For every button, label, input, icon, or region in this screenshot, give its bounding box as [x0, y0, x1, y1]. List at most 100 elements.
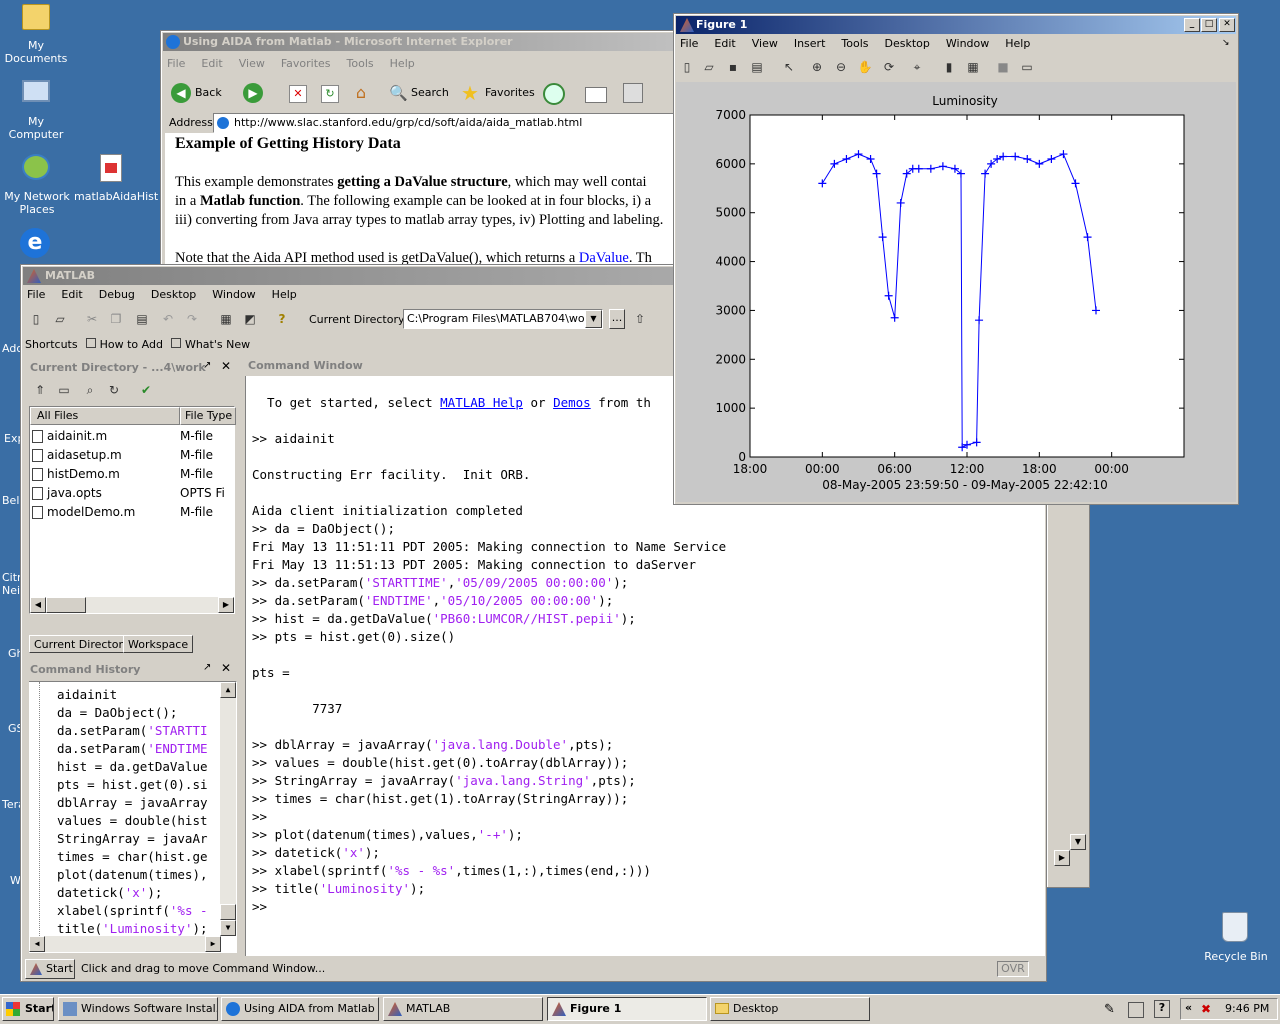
history-line[interactable]: values = double(hist: [57, 812, 227, 830]
desktop-icon-ie[interactable]: e: [20, 228, 52, 260]
shortcut-whats-new[interactable]: What's New: [170, 337, 250, 353]
figure-menu-insert[interactable]: Insert: [792, 35, 828, 53]
show-tools-icon[interactable]: ▭: [1018, 58, 1036, 76]
ie-favorites-button[interactable]: ★ Favorites: [457, 81, 537, 105]
paste-icon[interactable]: ▤: [133, 310, 151, 328]
tab-current-directory[interactable]: Current Directory: [29, 635, 135, 653]
check-icon[interactable]: ✔: [137, 381, 155, 399]
save-icon[interactable]: ▪: [724, 58, 742, 76]
scroll-down-icon[interactable]: ▼: [220, 920, 236, 936]
taskbar-item-figure-1[interactable]: Figure 1: [547, 997, 707, 1021]
demos-link[interactable]: Demos: [553, 395, 591, 410]
new-folder-icon[interactable]: ▭: [55, 381, 73, 399]
close-icon[interactable]: ✕: [221, 661, 231, 675]
undock-icon[interactable]: ↗: [203, 662, 211, 673]
matlab-menu-edit[interactable]: Edit: [59, 286, 84, 304]
history-line[interactable]: StringArray = javaAr: [57, 830, 227, 848]
dock-arrow-icon[interactable]: ↘: [1222, 38, 1230, 48]
history-line[interactable]: da.setParam('STARTTI: [57, 722, 227, 740]
undo-icon[interactable]: ↶: [159, 310, 177, 328]
scroll-right-icon[interactable]: ▶: [218, 597, 234, 613]
find-icon[interactable]: ⌕: [81, 381, 99, 399]
desktop-icon-my-documents[interactable]: My Documents: [0, 2, 72, 65]
print-icon[interactable]: ▤: [748, 58, 766, 76]
ie-menu-edit[interactable]: Edit: [199, 55, 224, 73]
history-line[interactable]: da = DaObject();: [57, 704, 227, 722]
ie-menu-view[interactable]: View: [237, 55, 267, 73]
cut-icon[interactable]: ✂: [83, 310, 101, 328]
scroll-thumb[interactable]: [46, 597, 86, 613]
folder-up-icon[interactable]: ⇑: [31, 381, 49, 399]
start-button[interactable]: Start: [2, 997, 54, 1021]
ie-menu-tools[interactable]: Tools: [345, 55, 376, 73]
stop-icon[interactable]: ✕: [289, 85, 307, 103]
refresh-icon[interactable]: ↻: [105, 381, 123, 399]
ie-search-button[interactable]: 🔍 Search: [385, 81, 453, 105]
figure-menu-view[interactable]: View: [750, 35, 780, 53]
figure-menu-tools[interactable]: Tools: [839, 35, 870, 53]
matlab-start-button[interactable]: Start: [25, 959, 75, 979]
figure-titlebar[interactable]: Figure 1 _ □ ✕: [676, 16, 1236, 34]
file-row[interactable]: modelDemo.m M-file: [32, 503, 232, 522]
figure-menu-window[interactable]: Window: [944, 35, 991, 53]
history-line[interactable]: aidainit: [57, 686, 227, 704]
legend-icon[interactable]: ▦: [964, 58, 982, 76]
matlab-menu-help[interactable]: Help: [270, 286, 299, 304]
history-line[interactable]: pts = hist.get(0).si: [57, 776, 227, 794]
figure-menu-help[interactable]: Help: [1003, 35, 1032, 53]
network-tray-icon[interactable]: [1128, 1002, 1144, 1018]
desktop-icon-recycle-bin[interactable]: Recycle Bin: [1200, 910, 1272, 965]
current-directory-field[interactable]: C:\Program Files\MATLAB704\work: [403, 309, 603, 329]
data-cursor-icon[interactable]: ⌖: [908, 58, 926, 76]
minimize-button[interactable]: _: [1184, 18, 1200, 32]
scroll-right-icon[interactable]: ▶: [205, 936, 221, 952]
figure-menu-file[interactable]: File: [678, 35, 700, 53]
quick-tool-icon[interactable]: ✎: [1104, 1002, 1120, 1018]
column-header-name[interactable]: All Files: [30, 407, 180, 425]
matlab-menu-debug[interactable]: Debug: [97, 286, 137, 304]
ie-menu-file[interactable]: File: [165, 55, 187, 73]
new-file-icon[interactable]: ▯: [27, 310, 45, 328]
matlab-menu-file[interactable]: File: [25, 286, 47, 304]
copy-icon[interactable]: ❐: [107, 310, 125, 328]
horizontal-scrollbar[interactable]: ◀ ▶: [29, 936, 221, 952]
redo-icon[interactable]: ↷: [183, 310, 201, 328]
taskbar-item-ie[interactable]: Using AIDA from Matlab ...: [221, 997, 379, 1021]
matlab-menu-window[interactable]: Window: [210, 286, 257, 304]
current-directory-dropdown[interactable]: ▼: [585, 310, 602, 328]
desktop-icon-matlabaidahist[interactable]: matlabAidaHist: [74, 152, 158, 207]
vertical-scrollbar[interactable]: ▲ ▼: [220, 682, 236, 936]
taskbar-item-matlab[interactable]: MATLAB: [383, 997, 543, 1021]
clock[interactable]: 9:46 PM: [1225, 1002, 1269, 1015]
history-icon[interactable]: [543, 83, 565, 105]
history-line[interactable]: xlabel(sprintf('%s -: [57, 902, 227, 920]
new-figure-icon[interactable]: ▯: [678, 58, 696, 76]
figure-menu-desktop[interactable]: Desktop: [883, 35, 932, 53]
help-icon[interactable]: ?: [273, 310, 291, 328]
mail-icon[interactable]: [585, 87, 607, 103]
pan-icon[interactable]: ✋: [856, 58, 874, 76]
current-directory-panel-title[interactable]: Current Directory - ...4\work: [27, 360, 227, 376]
history-line[interactable]: times = char(hist.ge: [57, 848, 227, 866]
history-line[interactable]: da.setParam('ENDTIME: [57, 740, 227, 758]
maximize-button[interactable]: □: [1201, 18, 1217, 32]
file-row[interactable]: java.opts OPTS Fi: [32, 484, 232, 503]
ie-back-button[interactable]: ◀ Back: [169, 81, 239, 105]
command-prompt[interactable]: >>: [252, 898, 1039, 916]
scroll-up-icon[interactable]: ▲: [220, 682, 236, 698]
undock-icon[interactable]: ↗: [203, 360, 211, 371]
scroll-thumb[interactable]: [220, 904, 236, 920]
command-history-title[interactable]: Command History: [27, 662, 227, 678]
scrollbar-down-arrow[interactable]: ▼: [1070, 834, 1086, 850]
zoom-in-icon[interactable]: ⊕: [808, 58, 826, 76]
taskbar-item-windows-software-installer[interactable]: Windows Software Instal...: [58, 997, 218, 1021]
scroll-left-icon[interactable]: ◀: [30, 597, 46, 613]
simulink-icon[interactable]: ▦: [217, 310, 235, 328]
guide-icon[interactable]: ◩: [241, 310, 259, 328]
matlab-menu-desktop[interactable]: Desktop: [149, 286, 198, 304]
network-status-icon[interactable]: ✖: [1201, 1002, 1215, 1016]
home-icon[interactable]: ⌂: [351, 83, 371, 103]
forward-arrow-icon[interactable]: ▶: [243, 83, 263, 103]
horizontal-scrollbar[interactable]: ◀ ▶: [30, 597, 234, 613]
open-file-icon[interactable]: ▱: [700, 58, 718, 76]
